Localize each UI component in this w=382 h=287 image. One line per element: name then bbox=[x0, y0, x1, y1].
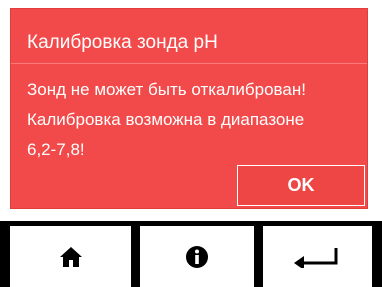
ok-button[interactable]: OK bbox=[237, 165, 365, 206]
dialog-message-line-3: 6,2-7,8! bbox=[27, 140, 85, 159]
dialog-divider bbox=[11, 63, 367, 64]
calibration-error-dialog: Калибровка зонда pH Зонд не может быть о… bbox=[10, 8, 368, 209]
dialog-title: Калибровка зонда pH bbox=[27, 32, 218, 53]
bottom-navigation-bar bbox=[0, 221, 382, 287]
info-button[interactable] bbox=[140, 226, 254, 287]
home-button[interactable] bbox=[10, 226, 131, 287]
screen: Калибровка зонда pH Зонд не может быть о… bbox=[0, 0, 382, 287]
back-arrow-icon bbox=[293, 247, 337, 268]
dialog-message-line-1: Зонд не может быть откалиброван! bbox=[27, 80, 306, 99]
home-icon bbox=[59, 246, 82, 267]
dialog-message-line-2: Калибровка возможна в диапазоне bbox=[27, 110, 305, 129]
dialog-message: Зонд не может быть откалиброван! Калибро… bbox=[27, 75, 367, 165]
info-icon bbox=[186, 245, 208, 268]
back-button[interactable] bbox=[263, 226, 372, 287]
